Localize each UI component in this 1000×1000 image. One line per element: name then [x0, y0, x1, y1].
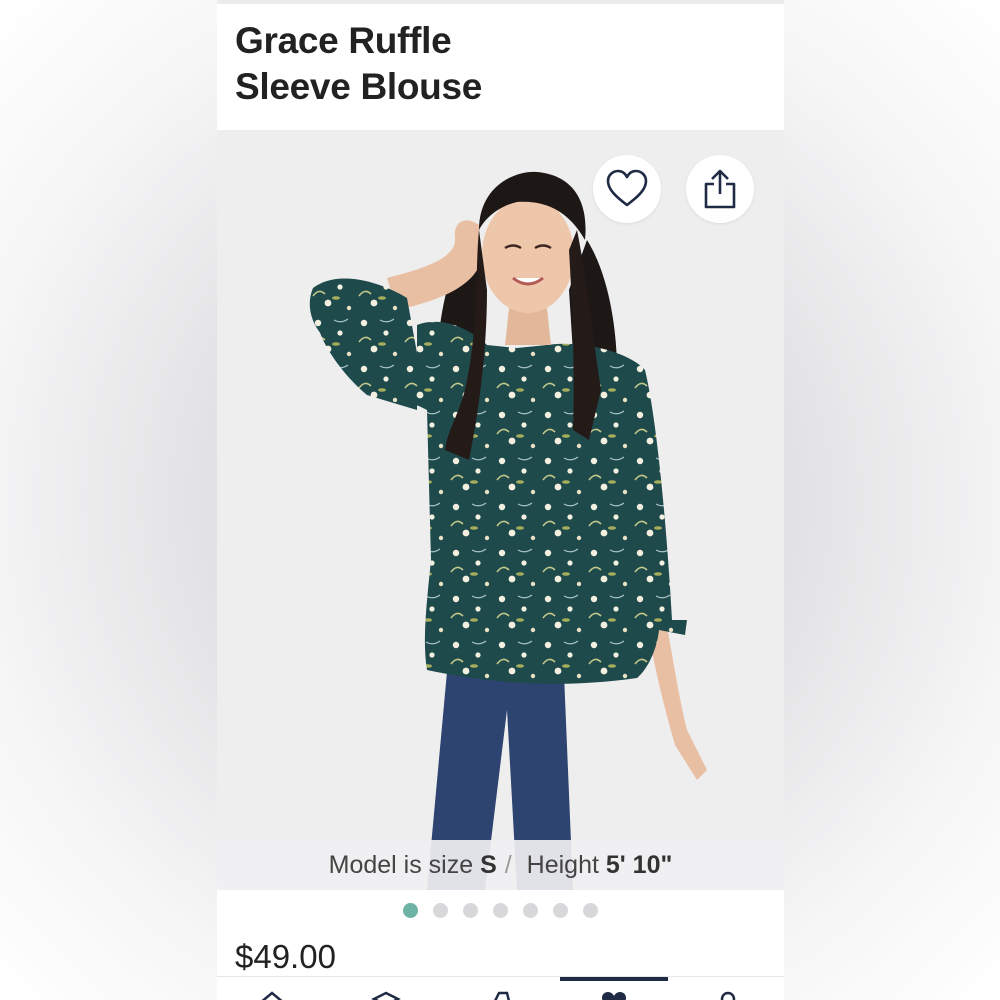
carousel-dot[interactable]	[433, 903, 448, 918]
product-title: Grace Ruffle Sleeve Blouse	[235, 18, 482, 110]
product-screen: Grace Ruffle Sleeve Blouse Model is size…	[217, 0, 784, 1000]
model-size-caption: Model is size S / Height 5' 10"	[217, 840, 784, 890]
carousel-dot[interactable]	[583, 903, 598, 918]
heart-outline-icon	[606, 169, 648, 207]
model-photo-illustration	[309, 171, 707, 890]
user-icon[interactable]	[713, 989, 743, 1000]
box-icon[interactable]	[371, 989, 401, 1000]
tag-icon[interactable]	[485, 989, 515, 1000]
home-icon[interactable]	[257, 989, 287, 1000]
model-size-prefix: Model is size	[328, 850, 481, 879]
carousel-indicator[interactable]	[217, 903, 784, 919]
bottom-nav	[217, 976, 784, 1000]
carousel-dot[interactable]	[403, 903, 418, 918]
model-height-value: 5' 10"	[605, 850, 673, 879]
status-strip	[217, 0, 784, 4]
favorite-button[interactable]	[593, 155, 661, 223]
caption-separator: /	[504, 850, 512, 879]
model-height-prefix: Height	[519, 850, 606, 879]
heart-icon[interactable]	[599, 989, 629, 1000]
nav-active-indicator	[560, 977, 668, 981]
carousel-dot[interactable]	[553, 903, 568, 918]
product-title-line-1: Grace Ruffle	[235, 20, 452, 61]
carousel-dot[interactable]	[493, 903, 508, 918]
carousel-dot[interactable]	[463, 903, 478, 918]
share-button[interactable]	[686, 155, 754, 223]
model-size-value: S	[480, 850, 497, 879]
share-icon	[704, 169, 736, 209]
product-price: $49.00	[235, 938, 336, 975]
product-title-line-2: Sleeve Blouse	[235, 66, 483, 107]
product-image[interactable]: Model is size S / Height 5' 10"	[217, 130, 784, 890]
carousel-dot[interactable]	[523, 903, 538, 918]
